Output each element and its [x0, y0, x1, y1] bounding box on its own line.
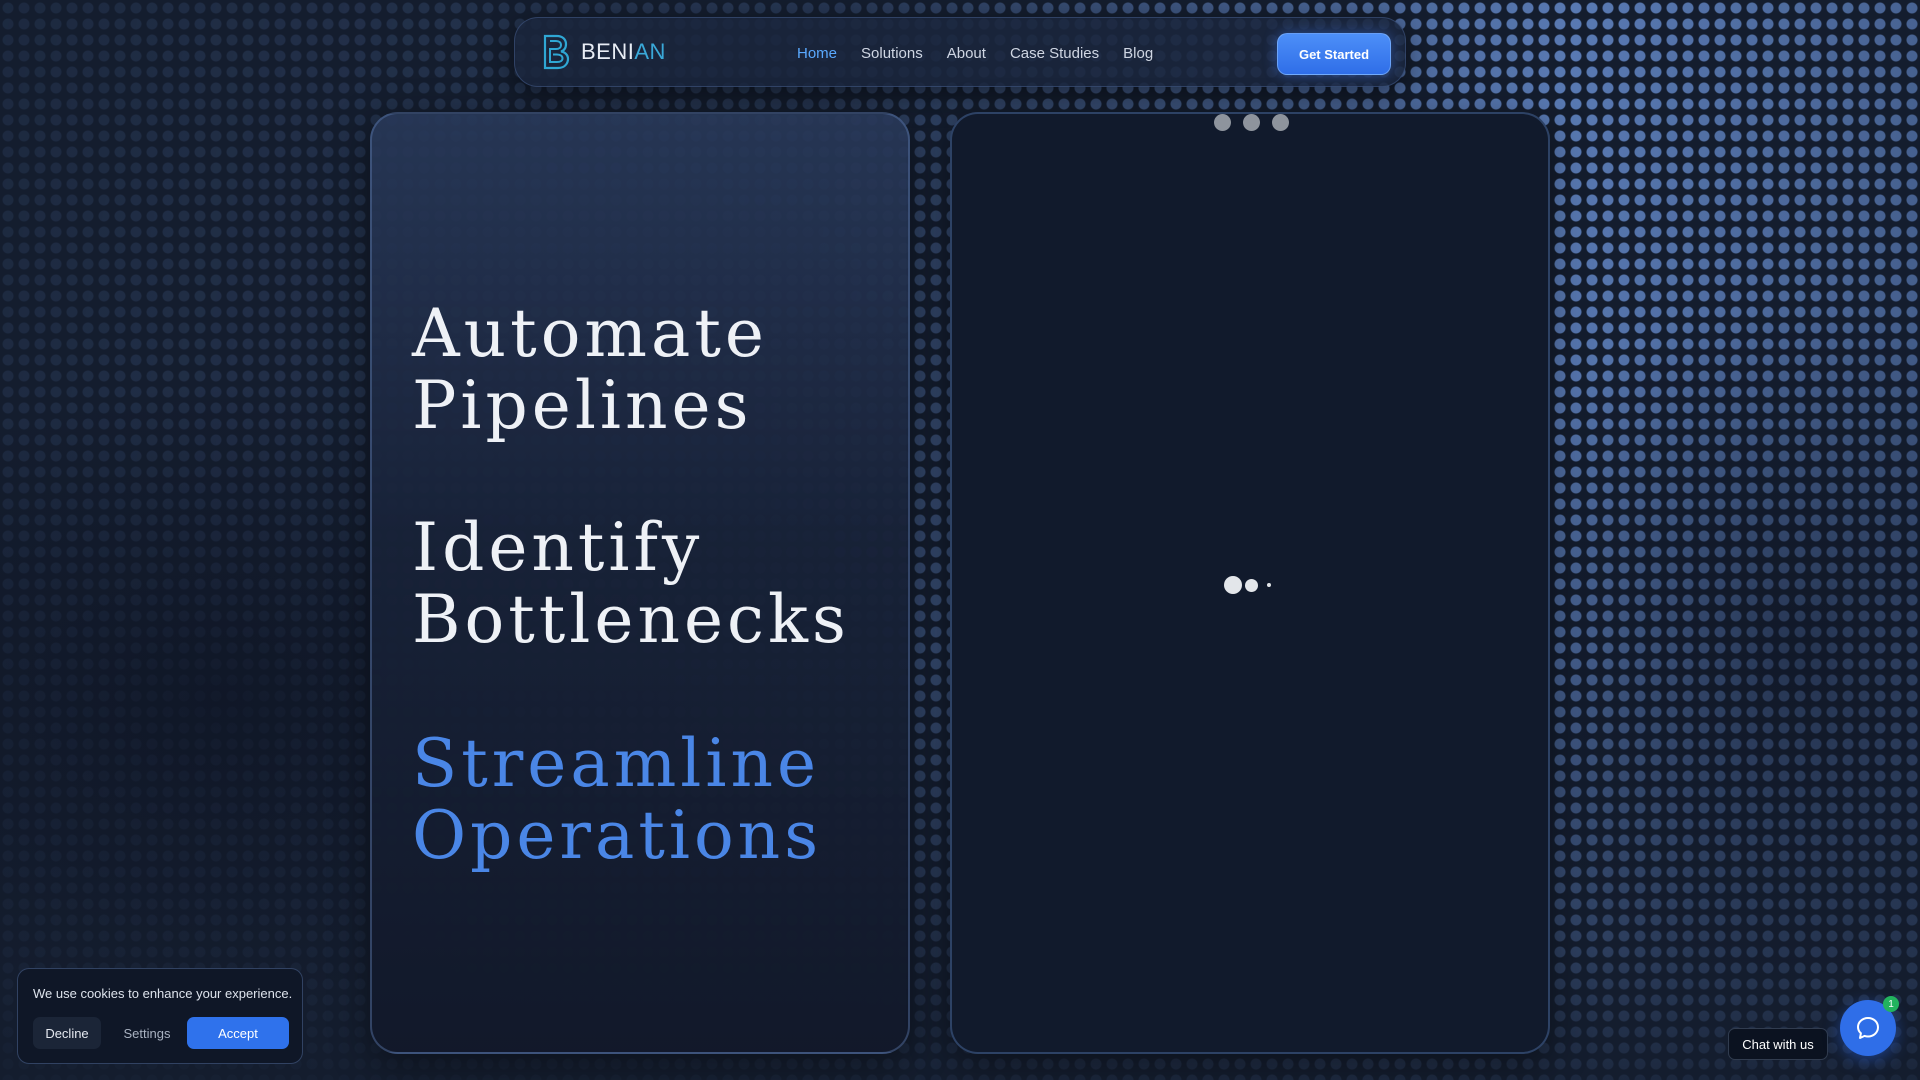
top-navigation-bar: BENIAN Home Solutions About Case Studies…: [514, 17, 1406, 87]
headline-line: Bottlenecks: [412, 581, 850, 658]
window-dot-icon: [1214, 114, 1231, 131]
spinner-dot: [1245, 578, 1258, 592]
window-dots: [1214, 114, 1289, 131]
accept-cookies-button[interactable]: Accept: [187, 1017, 289, 1049]
nav-link-case-studies[interactable]: Case Studies: [1010, 45, 1099, 62]
nav-link-about[interactable]: About: [947, 45, 986, 62]
headline-identify-bottlenecks: Identify Bottlenecks: [412, 512, 850, 656]
headline-line: Operations: [412, 797, 823, 874]
cookie-banner: We use cookies to enhance your experienc…: [17, 968, 303, 1064]
window-dot-icon: [1243, 114, 1260, 131]
headline-line: Streamline: [412, 725, 821, 802]
brand-name-main: BENI: [581, 39, 635, 64]
window-dot-icon: [1272, 114, 1289, 131]
headline-automate-pipelines: Automate Pipelines: [412, 298, 768, 442]
cookie-settings-button[interactable]: Settings: [113, 1017, 181, 1049]
brand-logo[interactable]: BENIAN: [541, 33, 666, 71]
nav-link-home[interactable]: Home: [797, 45, 837, 62]
b-logo-icon: [543, 34, 570, 70]
spinner-dot: [1267, 583, 1271, 587]
brand-name: BENIAN: [581, 39, 666, 65]
headline-line: Automate: [412, 295, 768, 372]
headline-line: Pipelines: [412, 367, 753, 444]
hero-text-card: Automate Pipelines Identify Bottlenecks …: [370, 112, 910, 1054]
decline-cookies-button[interactable]: Decline: [33, 1017, 101, 1049]
media-preview-card: [950, 112, 1550, 1054]
loading-spinner-icon: [1224, 576, 1271, 594]
brand-name-accent: AN: [634, 39, 666, 64]
spinner-dot: [1224, 576, 1242, 594]
chat-bubble-icon: [1857, 1017, 1879, 1039]
cookie-message: We use cookies to enhance your experienc…: [33, 986, 293, 1001]
nav-link-blog[interactable]: Blog: [1123, 45, 1153, 62]
headline-line: Identify: [412, 509, 704, 586]
chat-with-us-label[interactable]: Chat with us: [1728, 1028, 1828, 1060]
headline-streamline-operations: Streamline Operations: [412, 728, 822, 872]
nav-link-solutions[interactable]: Solutions: [861, 45, 923, 62]
get-started-button[interactable]: Get Started: [1277, 33, 1391, 75]
chat-notification-badge: 1: [1883, 996, 1899, 1012]
nav-links: Home Solutions About Case Studies Blog: [797, 18, 1153, 88]
